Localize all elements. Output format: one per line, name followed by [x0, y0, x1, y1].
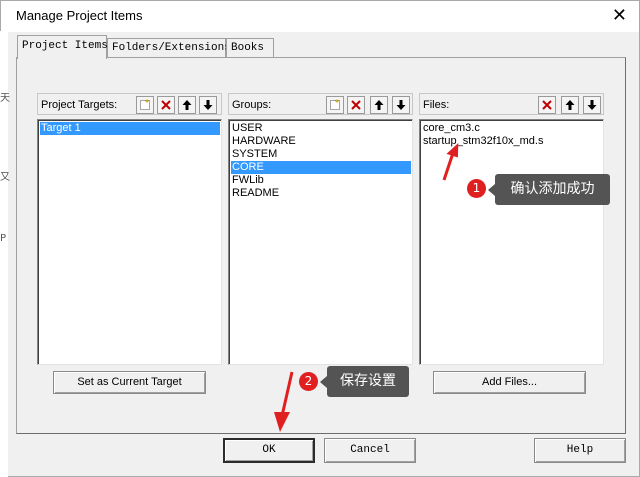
- list-item[interactable]: Target 1: [40, 122, 220, 135]
- set-current-target-button[interactable]: Set as Current Target: [53, 371, 206, 394]
- new-icon[interactable]: [326, 96, 344, 114]
- edge-glyph: 又: [0, 172, 10, 183]
- groups-label: Groups:: [232, 99, 272, 111]
- annotation-number-badge: 1: [467, 179, 486, 198]
- files-label: Files:: [423, 99, 450, 111]
- groups-list[interactable]: USER HARDWARE SYSTEM CORE FWLib README: [228, 119, 413, 365]
- list-item[interactable]: CORE: [231, 161, 411, 174]
- background-window-edge: 天 又 P: [0, 31, 10, 477]
- project-targets-header: Project Targets:: [37, 93, 222, 115]
- delete-icon[interactable]: [347, 96, 365, 114]
- move-down-icon[interactable]: [583, 96, 601, 114]
- tab-books[interactable]: Books: [226, 38, 274, 58]
- new-icon[interactable]: [136, 96, 154, 114]
- list-item[interactable]: FWLib: [231, 174, 264, 187]
- list-item[interactable]: HARDWARE: [231, 135, 296, 148]
- edge-glyph: 天: [0, 93, 10, 104]
- project-targets-list[interactable]: Target 1: [37, 119, 222, 365]
- move-down-icon[interactable]: [199, 96, 217, 114]
- project-targets-label: Project Targets:: [41, 99, 118, 111]
- list-item[interactable]: USER: [231, 122, 263, 135]
- title-bar: Manage Project Items ✕: [1, 1, 639, 32]
- help-button[interactable]: Help: [534, 438, 626, 463]
- add-files-button[interactable]: Add Files...: [433, 371, 586, 394]
- annotation-number-badge: 2: [299, 372, 318, 391]
- annotation-arrow: [274, 371, 294, 432]
- annotation-callout: 保存设置: [320, 366, 409, 397]
- move-up-icon[interactable]: [370, 96, 388, 114]
- ok-button[interactable]: OK: [223, 438, 315, 463]
- move-down-icon[interactable]: [392, 96, 410, 114]
- dialog-title: Manage Project Items: [16, 8, 143, 23]
- close-icon[interactable]: ✕: [612, 5, 627, 26]
- list-item[interactable]: SYSTEM: [231, 148, 277, 161]
- delete-icon[interactable]: [157, 96, 175, 114]
- groups-header: Groups:: [228, 93, 413, 115]
- move-up-icon[interactable]: [178, 96, 196, 114]
- edge-glyph: P: [0, 233, 7, 244]
- delete-icon[interactable]: [538, 96, 556, 114]
- move-up-icon[interactable]: [561, 96, 579, 114]
- list-item[interactable]: README: [231, 187, 279, 200]
- list-item[interactable]: core_cm3.c: [422, 122, 480, 135]
- cancel-button[interactable]: Cancel: [324, 438, 416, 463]
- files-header: Files:: [419, 93, 604, 115]
- tab-project-items[interactable]: Project Items: [17, 35, 108, 59]
- annotation-callout: 确认添加成功: [488, 174, 610, 205]
- tab-folders-extensions[interactable]: Folders/Extensions: [107, 38, 231, 58]
